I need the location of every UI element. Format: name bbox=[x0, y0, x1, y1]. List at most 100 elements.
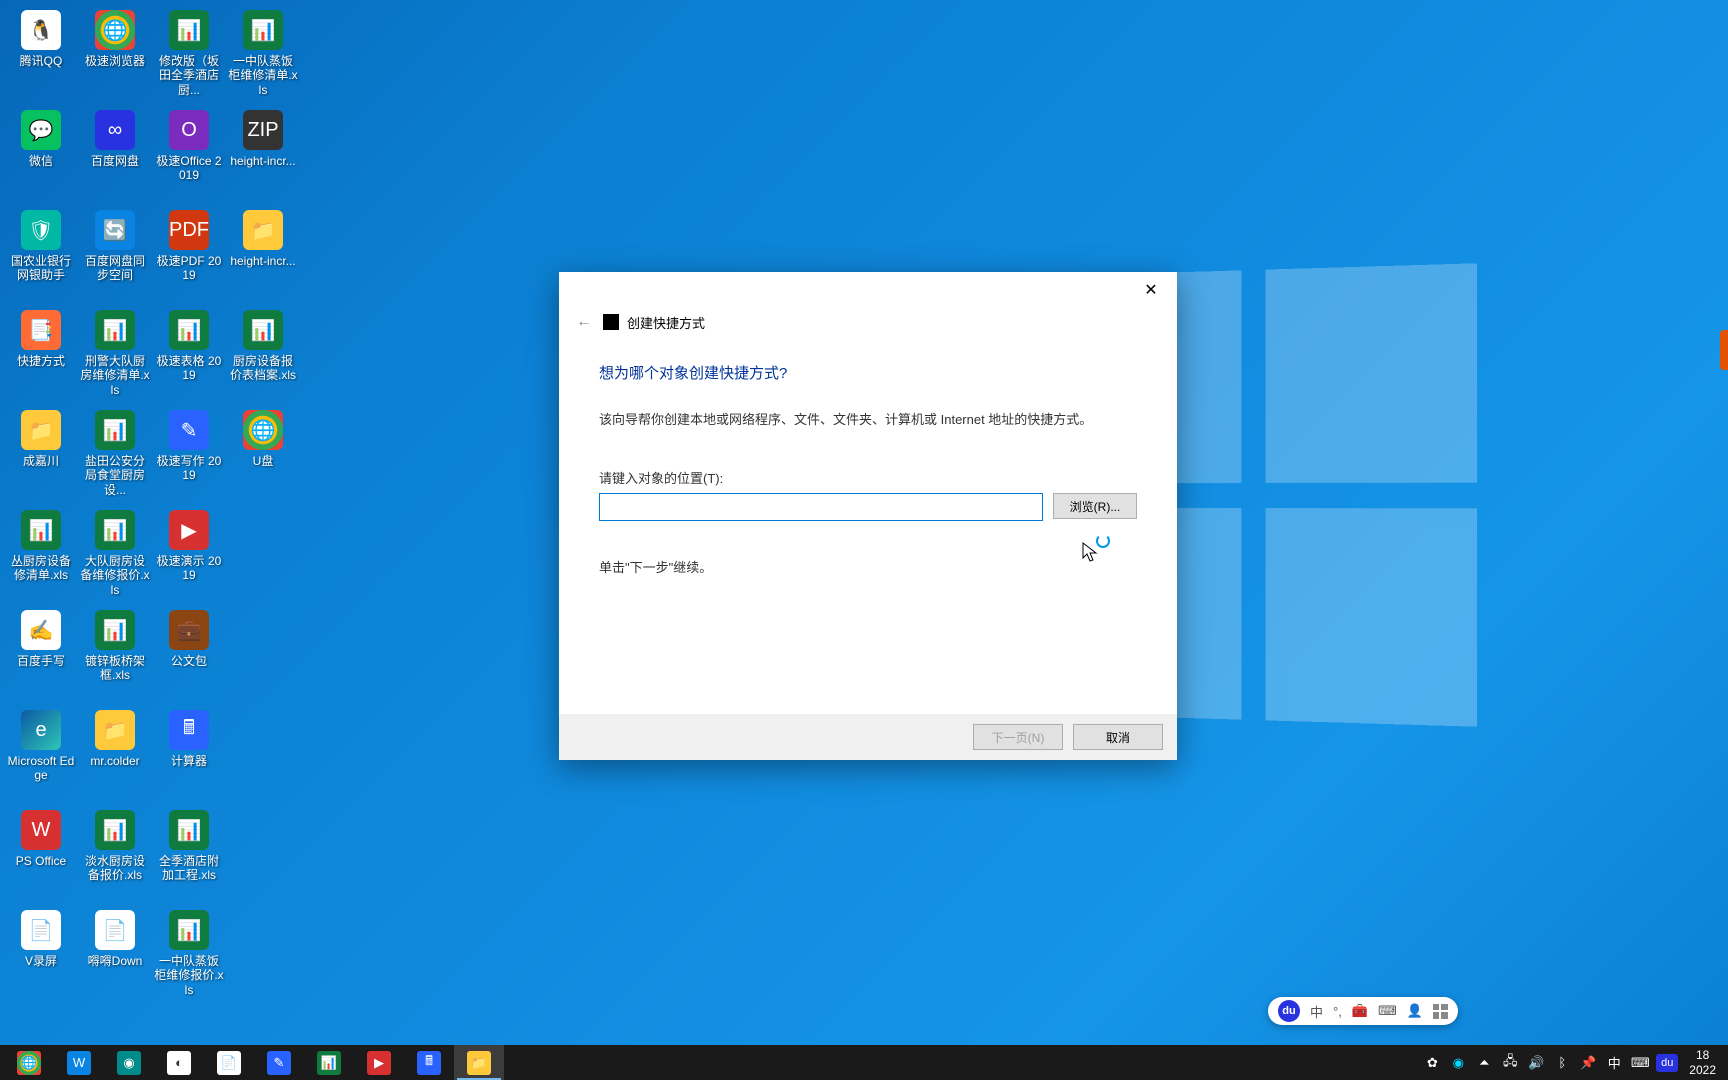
icon-label: 国农业银行网银助手 bbox=[4, 254, 78, 283]
desktop-icon[interactable]: ∞百度网盘 bbox=[78, 104, 152, 204]
desktop-icon[interactable]: 📊全季酒店附加工程.xls bbox=[152, 804, 226, 904]
icon-label: 计算器 bbox=[169, 754, 209, 768]
taskbar-clock[interactable]: 18 2022 bbox=[1681, 1048, 1724, 1077]
app-icon: 🌐 bbox=[95, 10, 135, 50]
icon-label: Microsoft Edge bbox=[4, 754, 78, 783]
taskbar-item[interactable]: 🖩 bbox=[404, 1045, 454, 1080]
app-icon: 💼 bbox=[169, 610, 209, 650]
app-icon: 🌐 bbox=[243, 410, 283, 450]
taskbar-app-icon: 🌐 bbox=[17, 1051, 41, 1075]
desktop-icon[interactable]: 📊一中队蒸饭柜维修报价.xls bbox=[152, 904, 226, 1004]
tray-ime-lang[interactable]: 中 bbox=[1601, 1045, 1627, 1080]
desktop-icon[interactable]: 📊厨房设备报价表档案.xls bbox=[226, 304, 300, 404]
desktop-icon[interactable]: 📊盐田公安分局食堂厨房设... bbox=[78, 404, 152, 504]
desktop-icon[interactable]: ✍百度手写 bbox=[4, 604, 78, 704]
app-icon: 📊 bbox=[243, 310, 283, 350]
desktop-icon[interactable]: 📑快捷方式 bbox=[4, 304, 78, 404]
back-button[interactable]: ← bbox=[573, 311, 595, 333]
icon-label: height-incr... bbox=[228, 254, 297, 268]
desktop-icon[interactable]: 📊一中队蒸饭柜维修清单.xls bbox=[226, 4, 300, 104]
desktop-icon[interactable]: ▶极速演示 2019 bbox=[152, 504, 226, 604]
ime-toolbox-icon[interactable]: 🧰 bbox=[1352, 1003, 1368, 1019]
icon-label: 大队厨房设备维修报价.xls bbox=[78, 554, 152, 597]
desktop-icon[interactable]: 🖩 计算器 bbox=[152, 704, 226, 804]
desktop-icon[interactable]: ✎极速写作 2019 bbox=[152, 404, 226, 504]
tray-network-icon[interactable]: 🖧 bbox=[1497, 1045, 1523, 1080]
desktop-icon[interactable]: 🛡国农业银行网银助手 bbox=[4, 204, 78, 304]
taskbar-item[interactable]: 🌐 bbox=[4, 1045, 54, 1080]
icon-label: 成嘉川 bbox=[21, 454, 61, 468]
icon-label: 极速写作 2019 bbox=[152, 454, 226, 483]
taskbar-item[interactable]: W bbox=[54, 1045, 104, 1080]
dialog-body: 想为哪个对象创建快捷方式? 该向导帮你创建本地或网络程序、文件、文件夹、计算机或… bbox=[559, 336, 1177, 714]
icon-label: 盐田公安分局食堂厨房设... bbox=[78, 454, 152, 497]
icon-label: PS Office bbox=[14, 854, 68, 868]
app-icon: 📄 bbox=[21, 910, 61, 950]
app-icon: 📊 bbox=[169, 810, 209, 850]
desktop-icon[interactable]: 💼公文包 bbox=[152, 604, 226, 704]
dialog-icon bbox=[603, 314, 619, 330]
desktop-icon[interactable]: 📊 镀锌板桥架框.xls bbox=[78, 604, 152, 704]
tray-keyboard-icon[interactable]: ⌨ bbox=[1627, 1045, 1653, 1080]
desktop-icon[interactable]: 📄嘚嘚Down bbox=[78, 904, 152, 1004]
app-icon: 📁 bbox=[95, 710, 135, 750]
ime-keyboard-icon[interactable]: ⌨ bbox=[1378, 1003, 1397, 1019]
desktop-icon[interactable]: PDF极速PDF 2019 bbox=[152, 204, 226, 304]
system-tray: ✿ ◉ ⏶ 🖧 🔊 ᛒ 📌 中 ⌨ du 18 2022 bbox=[1419, 1045, 1724, 1080]
ime-punct-icon[interactable]: °, bbox=[1333, 1004, 1342, 1019]
desktop-icon[interactable]: 📊淡水厨房设备报价.xls bbox=[78, 804, 152, 904]
icon-label: 极速表格 2019 bbox=[152, 354, 226, 383]
tray-bluetooth-icon[interactable]: ᛒ bbox=[1549, 1045, 1575, 1080]
desktop-icon[interactable]: eMicrosoft Edge bbox=[4, 704, 78, 804]
taskbar-item[interactable]: 📁 bbox=[454, 1045, 504, 1080]
app-icon: 📊 bbox=[95, 610, 135, 650]
cancel-button[interactable]: 取消 bbox=[1073, 724, 1163, 750]
desktop-icon[interactable]: 🐧腾讯QQ bbox=[4, 4, 78, 104]
desktop-icon[interactable]: 📁mr.colder bbox=[78, 704, 152, 804]
desktop-icon[interactable]: WPS Office bbox=[4, 804, 78, 904]
desktop-icon[interactable]: 🌐U盘 bbox=[226, 404, 300, 504]
tray-volume-icon[interactable]: 🔊 bbox=[1523, 1045, 1549, 1080]
desktop-icon[interactable]: 🔄百度网盘同步空间 bbox=[78, 204, 152, 304]
ime-grid-icon[interactable] bbox=[1433, 1004, 1448, 1019]
icon-label: 镀锌板桥架框.xls bbox=[78, 654, 152, 683]
desktop-icon[interactable]: ZIPheight-incr... bbox=[226, 104, 300, 204]
browse-button[interactable]: 浏览(R)... bbox=[1053, 493, 1137, 519]
location-input[interactable] bbox=[599, 493, 1043, 521]
taskbar-item[interactable]: 📊 bbox=[304, 1045, 354, 1080]
tray-pin-icon[interactable]: 📌 bbox=[1575, 1045, 1601, 1080]
desktop-icon[interactable]: 📁height-incr... bbox=[226, 204, 300, 304]
taskbar-item[interactable]: ◉ bbox=[104, 1045, 154, 1080]
desktop-icon[interactable]: 📄V录屏 bbox=[4, 904, 78, 1004]
desktop-icon[interactable]: 🌐极速浏览器 bbox=[78, 4, 152, 104]
ime-user-icon[interactable]: 👤 bbox=[1407, 1003, 1423, 1019]
dialog-title: 创建快捷方式 bbox=[627, 313, 705, 332]
taskbar-item[interactable]: 📄 bbox=[204, 1045, 254, 1080]
side-tab-handle[interactable] bbox=[1720, 330, 1728, 370]
taskbar-item[interactable]: ✎ bbox=[254, 1045, 304, 1080]
desktop-icon[interactable]: 📊大队厨房设备维修报价.xls bbox=[78, 504, 152, 604]
tray-flower-icon[interactable]: ✿ bbox=[1419, 1045, 1445, 1080]
taskbar-app-icon: ◐ bbox=[167, 1051, 191, 1075]
desktop-icon[interactable]: O极速Office 2019 bbox=[152, 104, 226, 204]
taskbar-item[interactable]: ◐ bbox=[154, 1045, 204, 1080]
tray-baidu-icon[interactable]: du bbox=[1656, 1054, 1678, 1072]
next-button[interactable]: 下一页(N) bbox=[973, 724, 1063, 750]
taskbar-item[interactable]: ▶ bbox=[354, 1045, 404, 1080]
ime-lang-indicator[interactable]: 中 bbox=[1310, 1002, 1323, 1021]
desktop-icon[interactable]: 💬微信 bbox=[4, 104, 78, 204]
tray-chevron-up-icon[interactable]: ⏶ bbox=[1471, 1045, 1497, 1080]
desktop-icon[interactable]: 📊修改版（坂田全季酒店厨... bbox=[152, 4, 226, 104]
ime-float-widget[interactable]: du 中 °, 🧰 ⌨ 👤 bbox=[1268, 997, 1458, 1025]
desktop-icon[interactable]: 📊极速表格 2019 bbox=[152, 304, 226, 404]
tray-app-icon[interactable]: ◉ bbox=[1445, 1045, 1471, 1080]
close-button[interactable]: ✕ bbox=[1137, 276, 1165, 304]
desktop-icon[interactable]: 📁成嘉川 bbox=[4, 404, 78, 504]
desktop-icon[interactable]: 📊丛厨房设备修清单.xls bbox=[4, 504, 78, 604]
dialog-titlebar: ✕ bbox=[559, 272, 1177, 308]
icon-label: 快捷方式 bbox=[15, 354, 67, 368]
desktop-icon[interactable]: 📊刑警大队厨房维修清单.xls bbox=[78, 304, 152, 404]
dialog-header: ← 创建快捷方式 bbox=[559, 308, 1177, 336]
baidu-logo-icon: du bbox=[1278, 1000, 1300, 1022]
app-icon: 🖩 bbox=[169, 710, 209, 750]
